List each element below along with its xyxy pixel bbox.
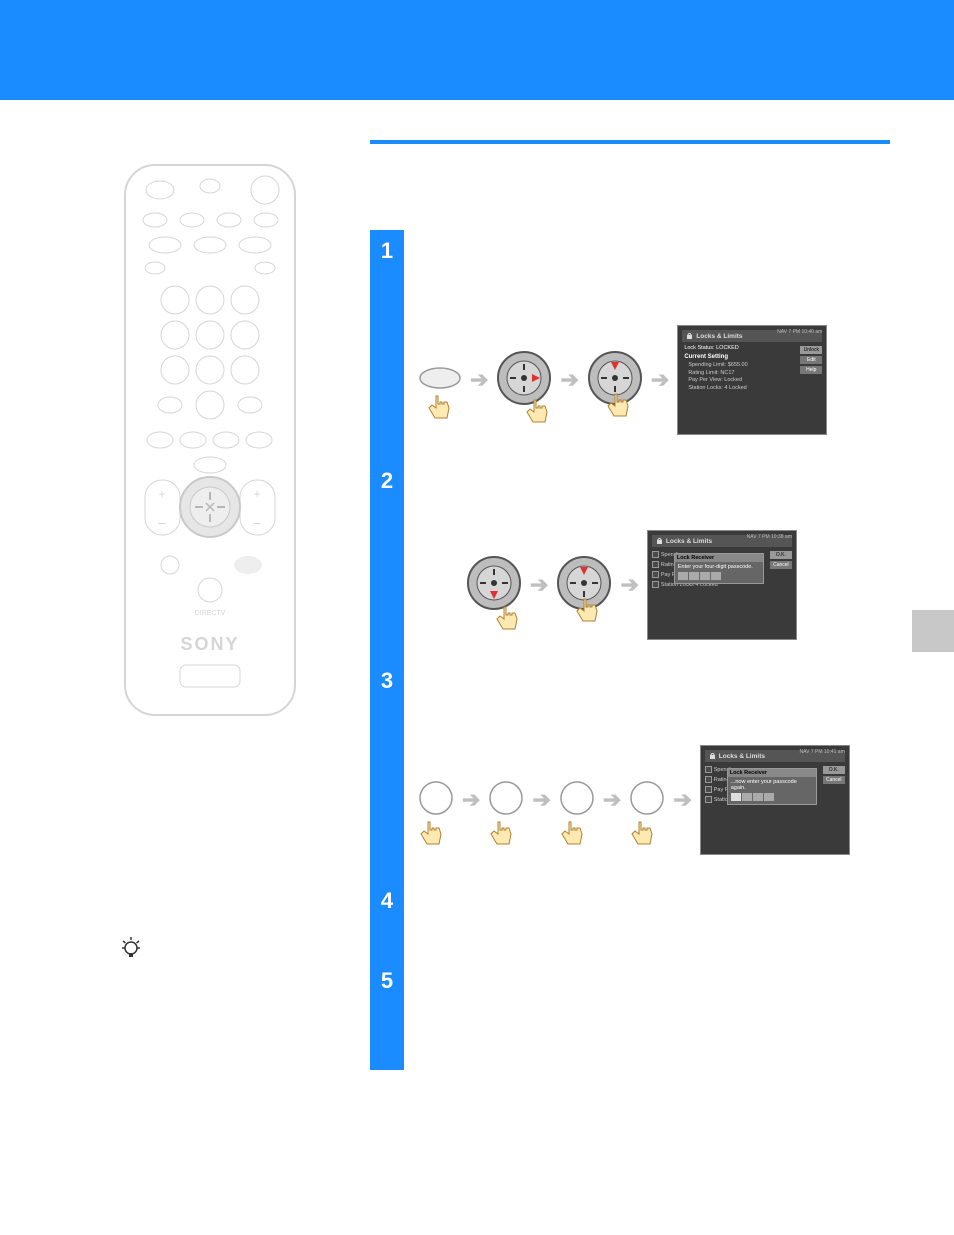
checkbox-icon (705, 766, 712, 773)
step-number-2: 2 (370, 460, 404, 660)
tv-title: Locks & Limits (719, 753, 765, 760)
step-number-5: 5 (370, 960, 404, 1070)
arrow-icon: ➔ (651, 367, 669, 393)
step-number-4: 4 (370, 880, 404, 960)
checkbox-icon (705, 786, 712, 793)
tv-screen-reenter-passcode: NAV 7 PM 10:41 am Locks & Limits Spendin… (700, 745, 850, 855)
hand-pointer-icon (605, 392, 631, 422)
hand-pointer-icon (629, 820, 655, 850)
passcode-cell[interactable] (678, 572, 688, 580)
step-number-1: 1 (370, 230, 404, 460)
tv-button-stack: O.K. Cancel (823, 766, 845, 784)
passcode-cell[interactable] (689, 572, 699, 580)
tv-timestamp: NAV 7 PM 10:38 am (747, 534, 792, 540)
checkbox-icon (705, 796, 712, 803)
tv-popup-text: Enter your four-digit passcode. (678, 564, 760, 570)
lock-icon (709, 752, 716, 760)
hand-pointer-icon (488, 820, 514, 850)
arrow-icon: ➔ (470, 367, 488, 393)
step-3-body: ➔ ➔ ➔ ➔ NAV 7 PM 10:41 am (418, 745, 850, 855)
tv-popup-passcode: Lock Receiver Enter your four-digit pass… (674, 553, 764, 584)
arrow-icon: ➔ (603, 787, 621, 813)
checkbox-icon (652, 581, 659, 588)
number-button-icon (418, 780, 454, 816)
tv-title: Locks & Limits (666, 538, 712, 545)
menu-button-icon (418, 366, 462, 390)
tv-button-stack: O.K. Cancel (770, 551, 792, 569)
hand-pointer-icon (559, 820, 585, 850)
passcode-cell[interactable] (700, 572, 710, 580)
tv-button-stack: Unlock Edit Help (800, 346, 822, 374)
passcode-cell[interactable] (753, 793, 763, 801)
svg-text:+: + (253, 487, 260, 501)
number-button-icon (629, 780, 665, 816)
step-2-body: ➔ ➔ NAV 7 PM 10:38 am (418, 530, 797, 640)
section-rule (370, 140, 890, 144)
passcode-cell[interactable] (711, 572, 721, 580)
checkbox-icon (652, 561, 659, 568)
step-3-visuals: ➔ ➔ ➔ ➔ NAV 7 PM 10:41 am (418, 745, 850, 855)
tip-icon (120, 935, 142, 965)
checkbox-icon (652, 551, 659, 558)
hand-pointer-icon (574, 597, 600, 627)
hand-pointer-icon (426, 394, 452, 424)
arrow-icon: ➔ (530, 572, 548, 598)
directv-label: DIRECTV (195, 610, 226, 617)
tv-button-edit[interactable]: Edit (800, 356, 822, 364)
lock-icon (656, 537, 663, 545)
tv-button-cancel[interactable]: Cancel (823, 776, 845, 784)
arrow-icon: ➔ (560, 367, 578, 393)
passcode-boxes (678, 572, 760, 580)
checkbox-icon (705, 776, 712, 783)
tv-popup-title: Lock Receiver (675, 554, 763, 562)
step-number-3: 3 (370, 660, 404, 880)
hand-pointer-icon (524, 398, 550, 428)
tv-setting-row: Pay Per View: Locked (688, 377, 822, 383)
hand-pointer-icon (418, 820, 444, 850)
joystick-down-icon (466, 555, 522, 611)
passcode-boxes (731, 793, 813, 801)
steps-strip: 1 2 3 4 5 (370, 230, 404, 1070)
brand-label: SONY (180, 634, 239, 654)
right-column: 1 2 3 4 5 ➔ (370, 110, 910, 164)
tv-timestamp: NAV 7 PM 10:41 am (800, 749, 845, 755)
number-button-icon (488, 780, 524, 816)
passcode-cell[interactable] (731, 793, 741, 801)
checkbox-icon (652, 571, 659, 578)
tv-popup-passcode-reenter: Lock Receiver ...now enter your passcode… (727, 768, 817, 805)
step-2-visuals: ➔ ➔ NAV 7 PM 10:38 am (418, 530, 797, 640)
hand-pointer-icon (494, 605, 520, 635)
tv-button-unlock[interactable]: Unlock (800, 346, 822, 354)
passcode-cell[interactable] (764, 793, 774, 801)
tv-popup-title: Lock Receiver (728, 769, 816, 777)
step-1-visuals: ➔ ➔ (418, 325, 827, 435)
tv-screen-enter-passcode: NAV 7 PM 10:38 am Locks & Limits Spendin… (647, 530, 797, 640)
lock-icon (686, 332, 693, 340)
tv-button-ok[interactable]: O.K. (823, 766, 845, 774)
arrow-icon: ➔ (620, 572, 638, 598)
tv-button-cancel[interactable]: Cancel (770, 561, 792, 569)
arrow-icon: ➔ (462, 787, 480, 813)
passcode-cell[interactable] (742, 793, 752, 801)
svg-text:+: + (158, 487, 165, 501)
tv-title: Locks & Limits (696, 333, 742, 340)
arrow-icon: ➔ (673, 787, 691, 813)
tv-screen-locks-limits: NAV 7 PM 10:40 am Locks & Limits Lock St… (677, 325, 827, 435)
tv-button-ok[interactable]: O.K. (770, 551, 792, 559)
tv-setting-row: Station Locks: 4 Locked (688, 385, 822, 391)
number-button-icon (559, 780, 595, 816)
arrow-icon: ➔ (532, 787, 550, 813)
tv-timestamp: NAV 7 PM 10:40 am (777, 329, 822, 335)
tv-button-help[interactable]: Help (800, 366, 822, 374)
remote-control-illustration: + − + − DIRECTV SONY (120, 160, 300, 720)
tv-popup-text: ...now enter your passcode again. (731, 779, 813, 791)
svg-text:−: − (253, 515, 261, 531)
top-banner (0, 0, 954, 100)
left-column: + − + − DIRECTV SONY (120, 160, 340, 720)
step-1-body: ➔ ➔ (418, 325, 827, 435)
page-edge-tab (912, 610, 954, 652)
svg-text:−: − (158, 515, 166, 531)
